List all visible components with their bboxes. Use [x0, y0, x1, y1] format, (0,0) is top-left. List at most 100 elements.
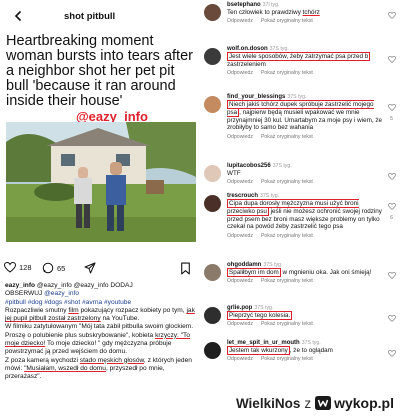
comment-time: 37S tyg.	[301, 340, 321, 346]
translate-button[interactable]: Pokaż oryginalny tekst	[261, 278, 313, 284]
heart-icon	[387, 172, 396, 180]
heart-icon	[387, 55, 396, 63]
caption-body-2: W filmiku zatytułowanym "Mój tata zabił …	[5, 323, 197, 356]
comment-action[interactable]: 65	[42, 262, 65, 274]
video-overlay-text: Heartbreaking moment woman bursts into t…	[6, 34, 196, 125]
comment-highlight: Jest wiele sposobów, żeby zatrzymać psa …	[227, 52, 371, 61]
translate-button[interactable]: Pokaż oryginalny tekst	[261, 356, 313, 362]
caption-highlight: film	[68, 306, 79, 314]
translate-button[interactable]: Pokaż oryginalny tekst	[261, 321, 313, 327]
caption-mentions: @eazy_info @eazy_info DODAJ	[36, 282, 133, 289]
video-thumbnail[interactable]	[6, 122, 196, 242]
reply-button[interactable]: Odpowiedz	[227, 18, 253, 24]
comment-count: 65	[57, 263, 66, 273]
avatar[interactable]	[204, 307, 221, 324]
watermark-z: z	[304, 395, 312, 411]
comment-like[interactable]	[387, 167, 396, 185]
wykop-logo-icon	[315, 396, 332, 410]
bookmark-icon	[181, 262, 190, 275]
avatar[interactable]	[204, 165, 221, 182]
heart-icon	[387, 314, 396, 322]
caption-text: pokazujący rozpacz kobiety po tym,	[78, 306, 185, 314]
comment-time: 37l tyg.	[262, 2, 280, 8]
caption-follow: OBSERWUJ	[5, 290, 43, 298]
avatar[interactable]	[204, 264, 221, 281]
comment-icon	[42, 262, 54, 274]
wykop-watermark: WielkiNos z wykop.pl	[236, 395, 394, 411]
back-arrow-icon	[14, 10, 22, 22]
reply-button[interactable]: Odpowiedz	[227, 134, 253, 140]
heart-icon	[387, 11, 396, 19]
comment-like[interactable]	[387, 344, 396, 362]
avatar[interactable]	[204, 342, 221, 359]
comment-like[interactable]	[387, 309, 396, 327]
caption-highlight: stado męskich głosów	[79, 356, 144, 364]
comment-highlight: Spaliłbym im dom	[227, 268, 281, 277]
comment-text: Ten człowiek to prawdziwy	[227, 9, 303, 16]
translate-button[interactable]: Pokaż oryginalny tekst	[261, 18, 313, 24]
comment-like[interactable]	[387, 50, 396, 68]
heart-icon	[387, 103, 396, 111]
comment-like[interactable]: 6	[387, 197, 396, 221]
like-action[interactable]: 128	[4, 262, 32, 273]
share-action[interactable]	[84, 262, 99, 274]
caption-text: Rozpaczliwie smutny	[5, 306, 69, 314]
video-headline: Heartbreaking moment woman bursts into t…	[6, 33, 193, 109]
post-panel: shot pitbull Heartbreaking moment woman …	[0, 0, 200, 392]
comment-username[interactable]: lupitacobos256	[227, 163, 271, 169]
translate-button[interactable]: Pokaż oryginalny tekst	[261, 70, 313, 76]
comment-highlight: Jestem tak wkurzony	[227, 346, 290, 355]
site-name: wykop.pl	[334, 395, 394, 411]
comments-panel: bsetephano 37l tyg. Ten człowiek to prawd…	[200, 0, 400, 392]
reply-button[interactable]: Odpowiedz	[227, 356, 253, 362]
avatar[interactable]	[204, 195, 221, 212]
comment-text: , że to oglądam	[289, 347, 333, 354]
caption-highlight: "Musiałam, wszedł do domu	[24, 364, 106, 372]
avatar[interactable]	[204, 4, 221, 21]
back-button[interactable]	[8, 5, 30, 27]
search-title: shot pitbull	[64, 10, 116, 22]
avatar[interactable]	[204, 48, 221, 65]
comment-like[interactable]: 5	[387, 98, 396, 122]
post-actions: 128 65	[4, 262, 196, 278]
caption-hashtags[interactable]: #pitbull #dog #dogs #shot #avrna #youtub…	[5, 299, 197, 307]
reply-button[interactable]: Odpowiedz	[227, 278, 253, 284]
comment-highlight: Pieprzyć tego kolesia.	[227, 311, 293, 320]
reply-button[interactable]: Odpowiedz	[227, 70, 253, 76]
top-bar: shot pitbull	[0, 0, 200, 32]
caption-body: Rozpaczliwie smutny film pokazujący rozp…	[5, 307, 197, 324]
comment-like-count: 5	[390, 116, 393, 122]
save-action[interactable]	[180, 262, 194, 275]
caption-mention-link[interactable]: @eazy_info	[44, 290, 79, 297]
caption-text: na YouTube.	[100, 315, 140, 323]
reply-button[interactable]: Odpowiedz	[227, 321, 253, 327]
avatar[interactable]	[204, 96, 221, 113]
translate-button[interactable]: Pokaż oryginalny tekst	[261, 134, 313, 140]
share-icon	[84, 262, 96, 274]
comment-text: , najpierw będą musieli wpakować we mnie…	[227, 108, 383, 132]
comment-time: 37S tyg.	[272, 163, 292, 169]
comment-text: WTF	[227, 170, 241, 177]
comment-like[interactable]	[387, 6, 396, 24]
caption-username[interactable]: eazy_info	[5, 282, 35, 289]
comment-username[interactable]: bsetephano	[227, 2, 261, 8]
caption-text: Z poza kamerą wychodzi	[5, 356, 80, 364]
reply-button[interactable]: Odpowiedz	[227, 179, 253, 185]
wykop-logo: wykop.pl	[314, 395, 394, 411]
heart-icon	[387, 349, 396, 357]
footer: WielkiNos z wykop.pl	[0, 392, 400, 419]
caption-body-3: Z poza kamerą wychodzi stado męskich gło…	[5, 357, 197, 382]
comment-like-count: 6	[390, 215, 393, 221]
comment-highlight: tchórz	[302, 9, 320, 16]
comment-text: zastrzeleniem	[227, 60, 266, 68]
like-count: 128	[19, 263, 32, 272]
post-caption: eazy_info @eazy_info @eazy_info DODAJ OB…	[5, 282, 197, 382]
translate-button[interactable]: Pokaż oryginalny tekst	[261, 179, 313, 185]
reply-button[interactable]: Odpowiedz	[227, 233, 253, 239]
translate-button[interactable]: Pokaż oryginalny tekst	[261, 233, 313, 239]
comment-like[interactable]	[387, 266, 396, 284]
heart-icon	[387, 202, 396, 210]
author-name: WielkiNos	[235, 395, 301, 411]
heart-icon	[387, 271, 396, 279]
heart-icon	[4, 262, 16, 273]
